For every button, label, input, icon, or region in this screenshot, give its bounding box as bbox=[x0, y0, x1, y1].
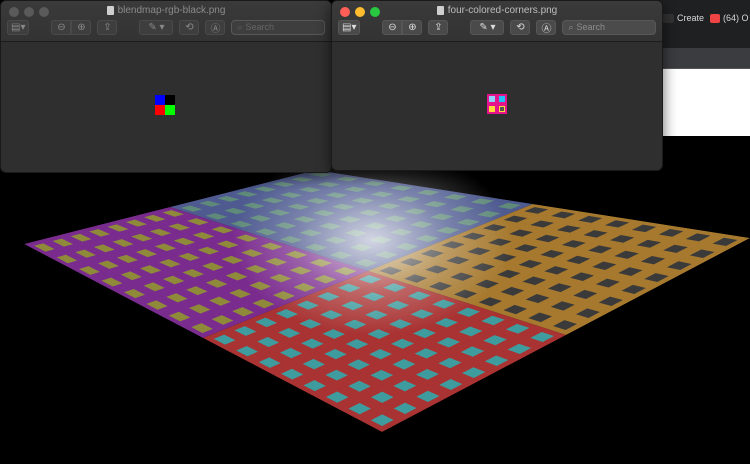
window-title: four-colored-corners.png bbox=[332, 5, 662, 16]
sidebar-icon: ▤▾ bbox=[11, 21, 26, 33]
search-field[interactable]: ⌕ Search bbox=[231, 19, 325, 35]
share-button[interactable]: ⇪ bbox=[97, 19, 118, 35]
title-bar[interactable]: blendmap-rgb-black.png ▤▾ ⊖ ⊕ ⇪ ✎ ▾ ⟲ Ⓐ … bbox=[1, 1, 331, 42]
zoom-group: ⊖ ⊕ bbox=[382, 19, 423, 35]
preview-window-corners: four-colored-corners.png ▤▾ ⊖ ⊕ ⇪ ✎ ▾ ⟲ … bbox=[331, 0, 663, 171]
window-title-text: blendmap-rgb-black.png bbox=[117, 5, 226, 16]
preview-window-blendmap: blendmap-rgb-black.png ▤▾ ⊖ ⊕ ⇪ ✎ ▾ ⟲ Ⓐ … bbox=[0, 0, 332, 173]
pen-icon: ✎ ▾ bbox=[479, 21, 496, 33]
search-icon: ⌕ bbox=[568, 21, 574, 32]
rotate-button[interactable]: ⟲ bbox=[510, 19, 531, 35]
zoom-out-icon: ⊖ bbox=[388, 21, 397, 33]
toolbar: ▤▾ ⊖ ⊕ ⇪ ✎ ▾ ⟲ Ⓐ ⌕ Search bbox=[338, 18, 656, 36]
corner-square bbox=[499, 106, 505, 112]
markup-button[interactable]: Ⓐ bbox=[205, 19, 226, 35]
zoom-group: ⊖ ⊕ bbox=[51, 19, 92, 35]
corner-square bbox=[489, 106, 495, 112]
markup-pen-button[interactable]: ✎ ▾ bbox=[139, 19, 174, 35]
zoom-in-button[interactable]: ⊕ bbox=[402, 19, 423, 35]
light-glow bbox=[232, 145, 512, 335]
tab-label: (64) O bbox=[723, 13, 749, 23]
blend-quadrant bbox=[165, 95, 175, 105]
corner-square bbox=[499, 96, 505, 102]
pen-icon: ✎ ▾ bbox=[148, 21, 165, 33]
tab-label: Create bbox=[677, 13, 705, 23]
rotate-icon: ⟲ bbox=[516, 21, 525, 33]
markup-icon: Ⓐ bbox=[541, 23, 552, 35]
title-bar[interactable]: four-colored-corners.png ▤▾ ⊖ ⊕ ⇪ ✎ ▾ ⟲ … bbox=[332, 1, 662, 42]
share-icon: ⇪ bbox=[434, 21, 443, 33]
markup-icon: Ⓐ bbox=[210, 23, 221, 35]
four-colored-corners-image bbox=[487, 94, 507, 114]
zoom-in-icon: ⊕ bbox=[408, 21, 417, 33]
share-icon: ⇪ bbox=[103, 21, 112, 33]
browser-tab[interactable]: Create bbox=[662, 9, 704, 27]
rotate-button[interactable]: ⟲ bbox=[179, 19, 200, 35]
rotate-icon: ⟲ bbox=[185, 21, 194, 33]
zoom-out-button[interactable]: ⊖ bbox=[51, 19, 72, 35]
browser-tab[interactable]: (64) O bbox=[710, 9, 749, 27]
corner-square bbox=[489, 96, 495, 102]
blend-quadrant bbox=[155, 95, 165, 105]
blendmap-image bbox=[155, 95, 175, 115]
search-placeholder: Search bbox=[576, 22, 606, 32]
document-icon bbox=[106, 6, 114, 15]
search-placeholder: Search bbox=[245, 22, 275, 32]
zoom-in-button[interactable]: ⊕ bbox=[71, 19, 92, 35]
window-title: blendmap-rgb-black.png bbox=[1, 5, 331, 16]
sidebar-button[interactable]: ▤▾ bbox=[338, 19, 361, 35]
window-title-text: four-colored-corners.png bbox=[447, 5, 558, 16]
search-icon: ⌕ bbox=[237, 21, 243, 32]
toolbar: ▤▾ ⊖ ⊕ ⇪ ✎ ▾ ⟲ Ⓐ ⌕ Search bbox=[7, 18, 325, 36]
share-button[interactable]: ⇪ bbox=[428, 19, 449, 35]
zoom-in-icon: ⊕ bbox=[77, 21, 86, 33]
zoom-out-button[interactable]: ⊖ bbox=[382, 19, 403, 35]
youtube-icon bbox=[710, 13, 720, 23]
zoom-out-icon: ⊖ bbox=[57, 21, 66, 33]
search-field[interactable]: ⌕ Search bbox=[562, 19, 656, 35]
sidebar-icon: ▤▾ bbox=[342, 21, 357, 33]
blend-quadrant bbox=[165, 105, 175, 115]
markup-pen-button[interactable]: ✎ ▾ bbox=[470, 19, 505, 35]
tab-favicon-icon bbox=[662, 13, 674, 23]
sidebar-button[interactable]: ▤▾ bbox=[7, 19, 30, 35]
blend-quadrant bbox=[155, 105, 165, 115]
document-icon bbox=[436, 6, 444, 15]
markup-button[interactable]: Ⓐ bbox=[536, 19, 557, 35]
